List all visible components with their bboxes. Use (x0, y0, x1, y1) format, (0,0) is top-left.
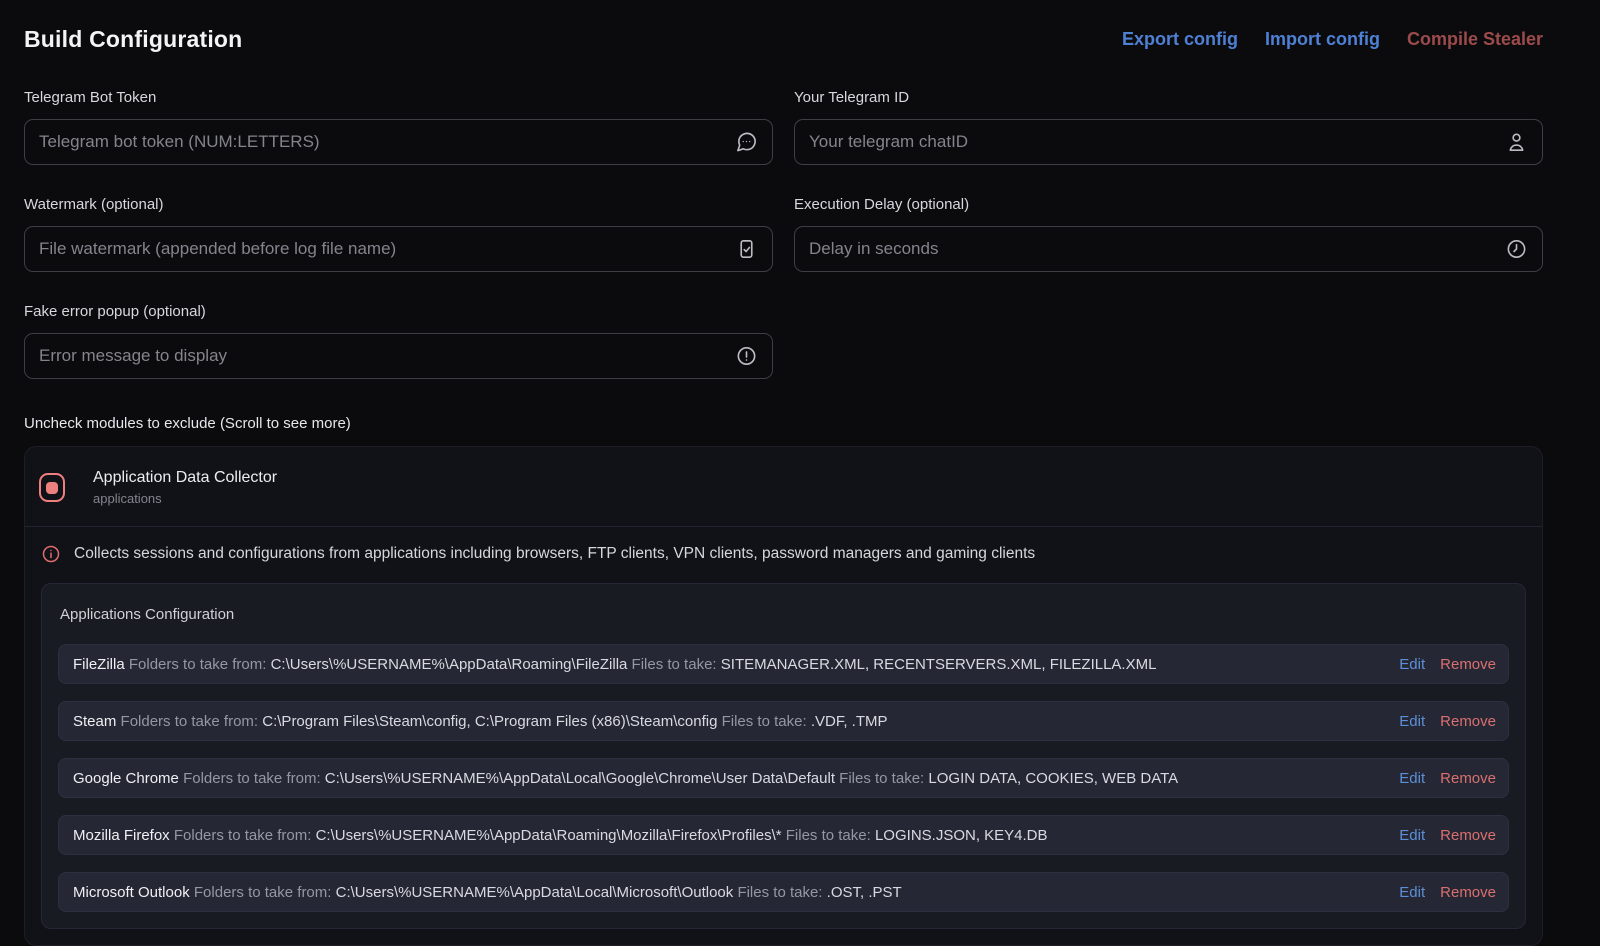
files-label: Files to take: (839, 770, 924, 787)
compile-button[interactable]: Compile Stealer (1407, 29, 1543, 50)
field-telegram-id: Your Telegram ID (794, 89, 1543, 165)
app-row-text: FileZilla Folders to take from: C:\Users… (73, 656, 1156, 673)
config-form: Telegram Bot Token Your Telegram ID (24, 89, 1543, 379)
files-value: SITEMANAGER.XML, RECENTSERVERS.XML, FILE… (721, 656, 1157, 673)
field-telegram-bot-token: Telegram Bot Token (24, 89, 773, 165)
folders-value: C:\Users\%USERNAME%\AppData\Roaming\Mozi… (316, 827, 782, 844)
module-description-row: Collects sessions and configurations fro… (25, 526, 1542, 583)
form-grid-spacer (794, 303, 1543, 379)
app-name: Mozilla Firefox (73, 827, 170, 844)
remove-button[interactable]: Remove (1440, 656, 1496, 673)
edit-button[interactable]: Edit (1399, 656, 1425, 673)
row-actions: Edit Remove (1381, 713, 1496, 730)
module-titles: Application Data Collector applications (93, 469, 277, 506)
checkbox-check-mark (46, 482, 58, 494)
topbar: Build Configuration Export config Import… (24, 26, 1543, 53)
row-actions: Edit Remove (1381, 827, 1496, 844)
module-card: Application Data Collector applications … (24, 446, 1543, 946)
folders-value: C:\Users\%USERNAME%\AppData\Local\Micros… (336, 884, 734, 901)
app-row-steam: Steam Folders to take from: C:\Program F… (58, 701, 1509, 741)
edit-button[interactable]: Edit (1399, 713, 1425, 730)
module-title: Application Data Collector (93, 469, 277, 487)
folders-label: Folders to take from: (183, 770, 321, 787)
app-row-text: Microsoft Outlook Folders to take from: … (73, 884, 902, 901)
remove-button[interactable]: Remove (1440, 827, 1496, 844)
fake-error-input-wrap (24, 333, 773, 379)
execution-delay-input[interactable] (795, 227, 1542, 271)
field-execution-delay: Execution Delay (optional) (794, 196, 1543, 272)
files-label: Files to take: (722, 713, 807, 730)
watermark-label: Watermark (optional) (24, 196, 773, 213)
row-actions: Edit Remove (1381, 656, 1496, 673)
fake-error-input[interactable] (25, 334, 772, 378)
files-label: Files to take: (786, 827, 871, 844)
watermark-input-wrap (24, 226, 773, 272)
app-row-microsoft-outlook: Microsoft Outlook Folders to take from: … (58, 872, 1509, 912)
folders-value: C:\Users\%USERNAME%\AppData\Roaming\File… (271, 656, 628, 673)
telegram-bot-token-label: Telegram Bot Token (24, 89, 773, 106)
edit-button[interactable]: Edit (1399, 884, 1425, 901)
telegram-id-label: Your Telegram ID (794, 89, 1543, 106)
panel-title: Applications Configuration (60, 606, 1509, 623)
edit-button[interactable]: Edit (1399, 827, 1425, 844)
app-name: Steam (73, 713, 116, 730)
module-subtitle: applications (93, 491, 277, 506)
folders-label: Folders to take from: (174, 827, 312, 844)
export-config-button[interactable]: Export config (1122, 29, 1238, 50)
remove-button[interactable]: Remove (1440, 770, 1496, 787)
folders-label: Folders to take from: (129, 656, 267, 673)
remove-button[interactable]: Remove (1440, 713, 1496, 730)
files-value: .VDF, .TMP (811, 713, 888, 730)
app-rows: FileZilla Folders to take from: C:\Users… (58, 644, 1509, 912)
folders-label: Folders to take from: (194, 884, 332, 901)
app-row-filezilla: FileZilla Folders to take from: C:\Users… (58, 644, 1509, 684)
row-actions: Edit Remove (1381, 884, 1496, 901)
folders-value: C:\Program Files\Steam\config, C:\Progra… (262, 713, 717, 730)
module-checkbox[interactable] (39, 473, 65, 502)
app-name: FileZilla (73, 656, 125, 673)
app-row-text: Mozilla Firefox Folders to take from: C:… (73, 827, 1048, 844)
alert-circle-icon (735, 345, 758, 368)
module-header: Application Data Collector applications (25, 447, 1542, 526)
app-row-google-chrome: Google Chrome Folders to take from: C:\U… (58, 758, 1509, 798)
telegram-bot-token-input[interactable] (25, 120, 772, 164)
build-configuration-page: Build Configuration Export config Import… (0, 0, 1600, 932)
files-label: Files to take: (737, 884, 822, 901)
row-actions: Edit Remove (1381, 770, 1496, 787)
info-icon (41, 544, 61, 564)
user-icon (1505, 131, 1528, 154)
topbar-actions: Export config Import config Compile Stea… (1122, 29, 1543, 50)
fake-error-label: Fake error popup (optional) (24, 303, 773, 320)
clock-icon (1505, 238, 1528, 261)
execution-delay-input-wrap (794, 226, 1543, 272)
modules-note: Uncheck modules to exclude (Scroll to se… (24, 415, 1543, 432)
folders-value: C:\Users\%USERNAME%\AppData\Local\Google… (325, 770, 835, 787)
app-row-text: Google Chrome Folders to take from: C:\U… (73, 770, 1178, 787)
watermark-input[interactable] (25, 227, 772, 271)
files-value: LOGINS.JSON, KEY4.DB (875, 827, 1048, 844)
remove-button[interactable]: Remove (1440, 884, 1496, 901)
app-name: Microsoft Outlook (73, 884, 190, 901)
field-watermark: Watermark (optional) (24, 196, 773, 272)
app-row-mozilla-firefox: Mozilla Firefox Folders to take from: C:… (58, 815, 1509, 855)
message-circle-icon (735, 131, 758, 154)
module-description: Collects sessions and configurations fro… (74, 545, 1035, 563)
folders-label: Folders to take from: (121, 713, 259, 730)
import-config-button[interactable]: Import config (1265, 29, 1380, 50)
applications-config-panel: Applications Configuration FileZilla Fol… (41, 583, 1526, 929)
files-value: .OST, .PST (827, 884, 902, 901)
app-row-text: Steam Folders to take from: C:\Program F… (73, 713, 887, 730)
files-value: LOGIN DATA, COOKIES, WEB DATA (928, 770, 1178, 787)
telegram-bot-token-input-wrap (24, 119, 773, 165)
telegram-id-input[interactable] (795, 120, 1542, 164)
field-fake-error: Fake error popup (optional) (24, 303, 773, 379)
telegram-id-input-wrap (794, 119, 1543, 165)
page-title: Build Configuration (24, 26, 242, 53)
execution-delay-label: Execution Delay (optional) (794, 196, 1543, 213)
app-name: Google Chrome (73, 770, 179, 787)
files-label: Files to take: (632, 656, 717, 673)
file-check-icon (735, 238, 758, 261)
edit-button[interactable]: Edit (1399, 770, 1425, 787)
